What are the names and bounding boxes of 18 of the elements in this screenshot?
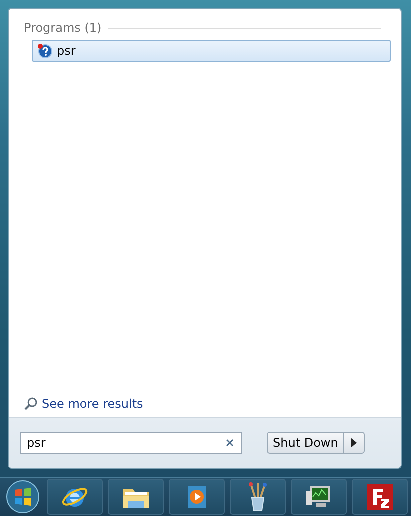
taskbar-button[interactable] <box>108 479 164 516</box>
clear-icon[interactable] <box>226 439 234 448</box>
taskbar-button[interactable] <box>47 479 103 516</box>
start-button[interactable] <box>4 479 42 516</box>
program-result[interactable]: psr <box>32 40 391 62</box>
search-field[interactable]: psr <box>20 432 242 454</box>
brushes-icon <box>246 482 270 512</box>
triangle-icon <box>351 438 358 448</box>
see-more-results-link[interactable]: See more results <box>24 397 391 412</box>
group-heading: Programs (1) <box>24 21 102 35</box>
search-icon <box>24 397 38 412</box>
shut-down-options-button[interactable] <box>344 432 366 454</box>
help-icon <box>37 43 53 59</box>
ftp-client-icon <box>366 483 394 512</box>
taskbar-button[interactable] <box>230 479 286 516</box>
shut-down-button[interactable]: Shut Down <box>267 432 344 454</box>
taskbar-button[interactable] <box>352 479 408 516</box>
taskbar-button[interactable] <box>291 479 347 516</box>
